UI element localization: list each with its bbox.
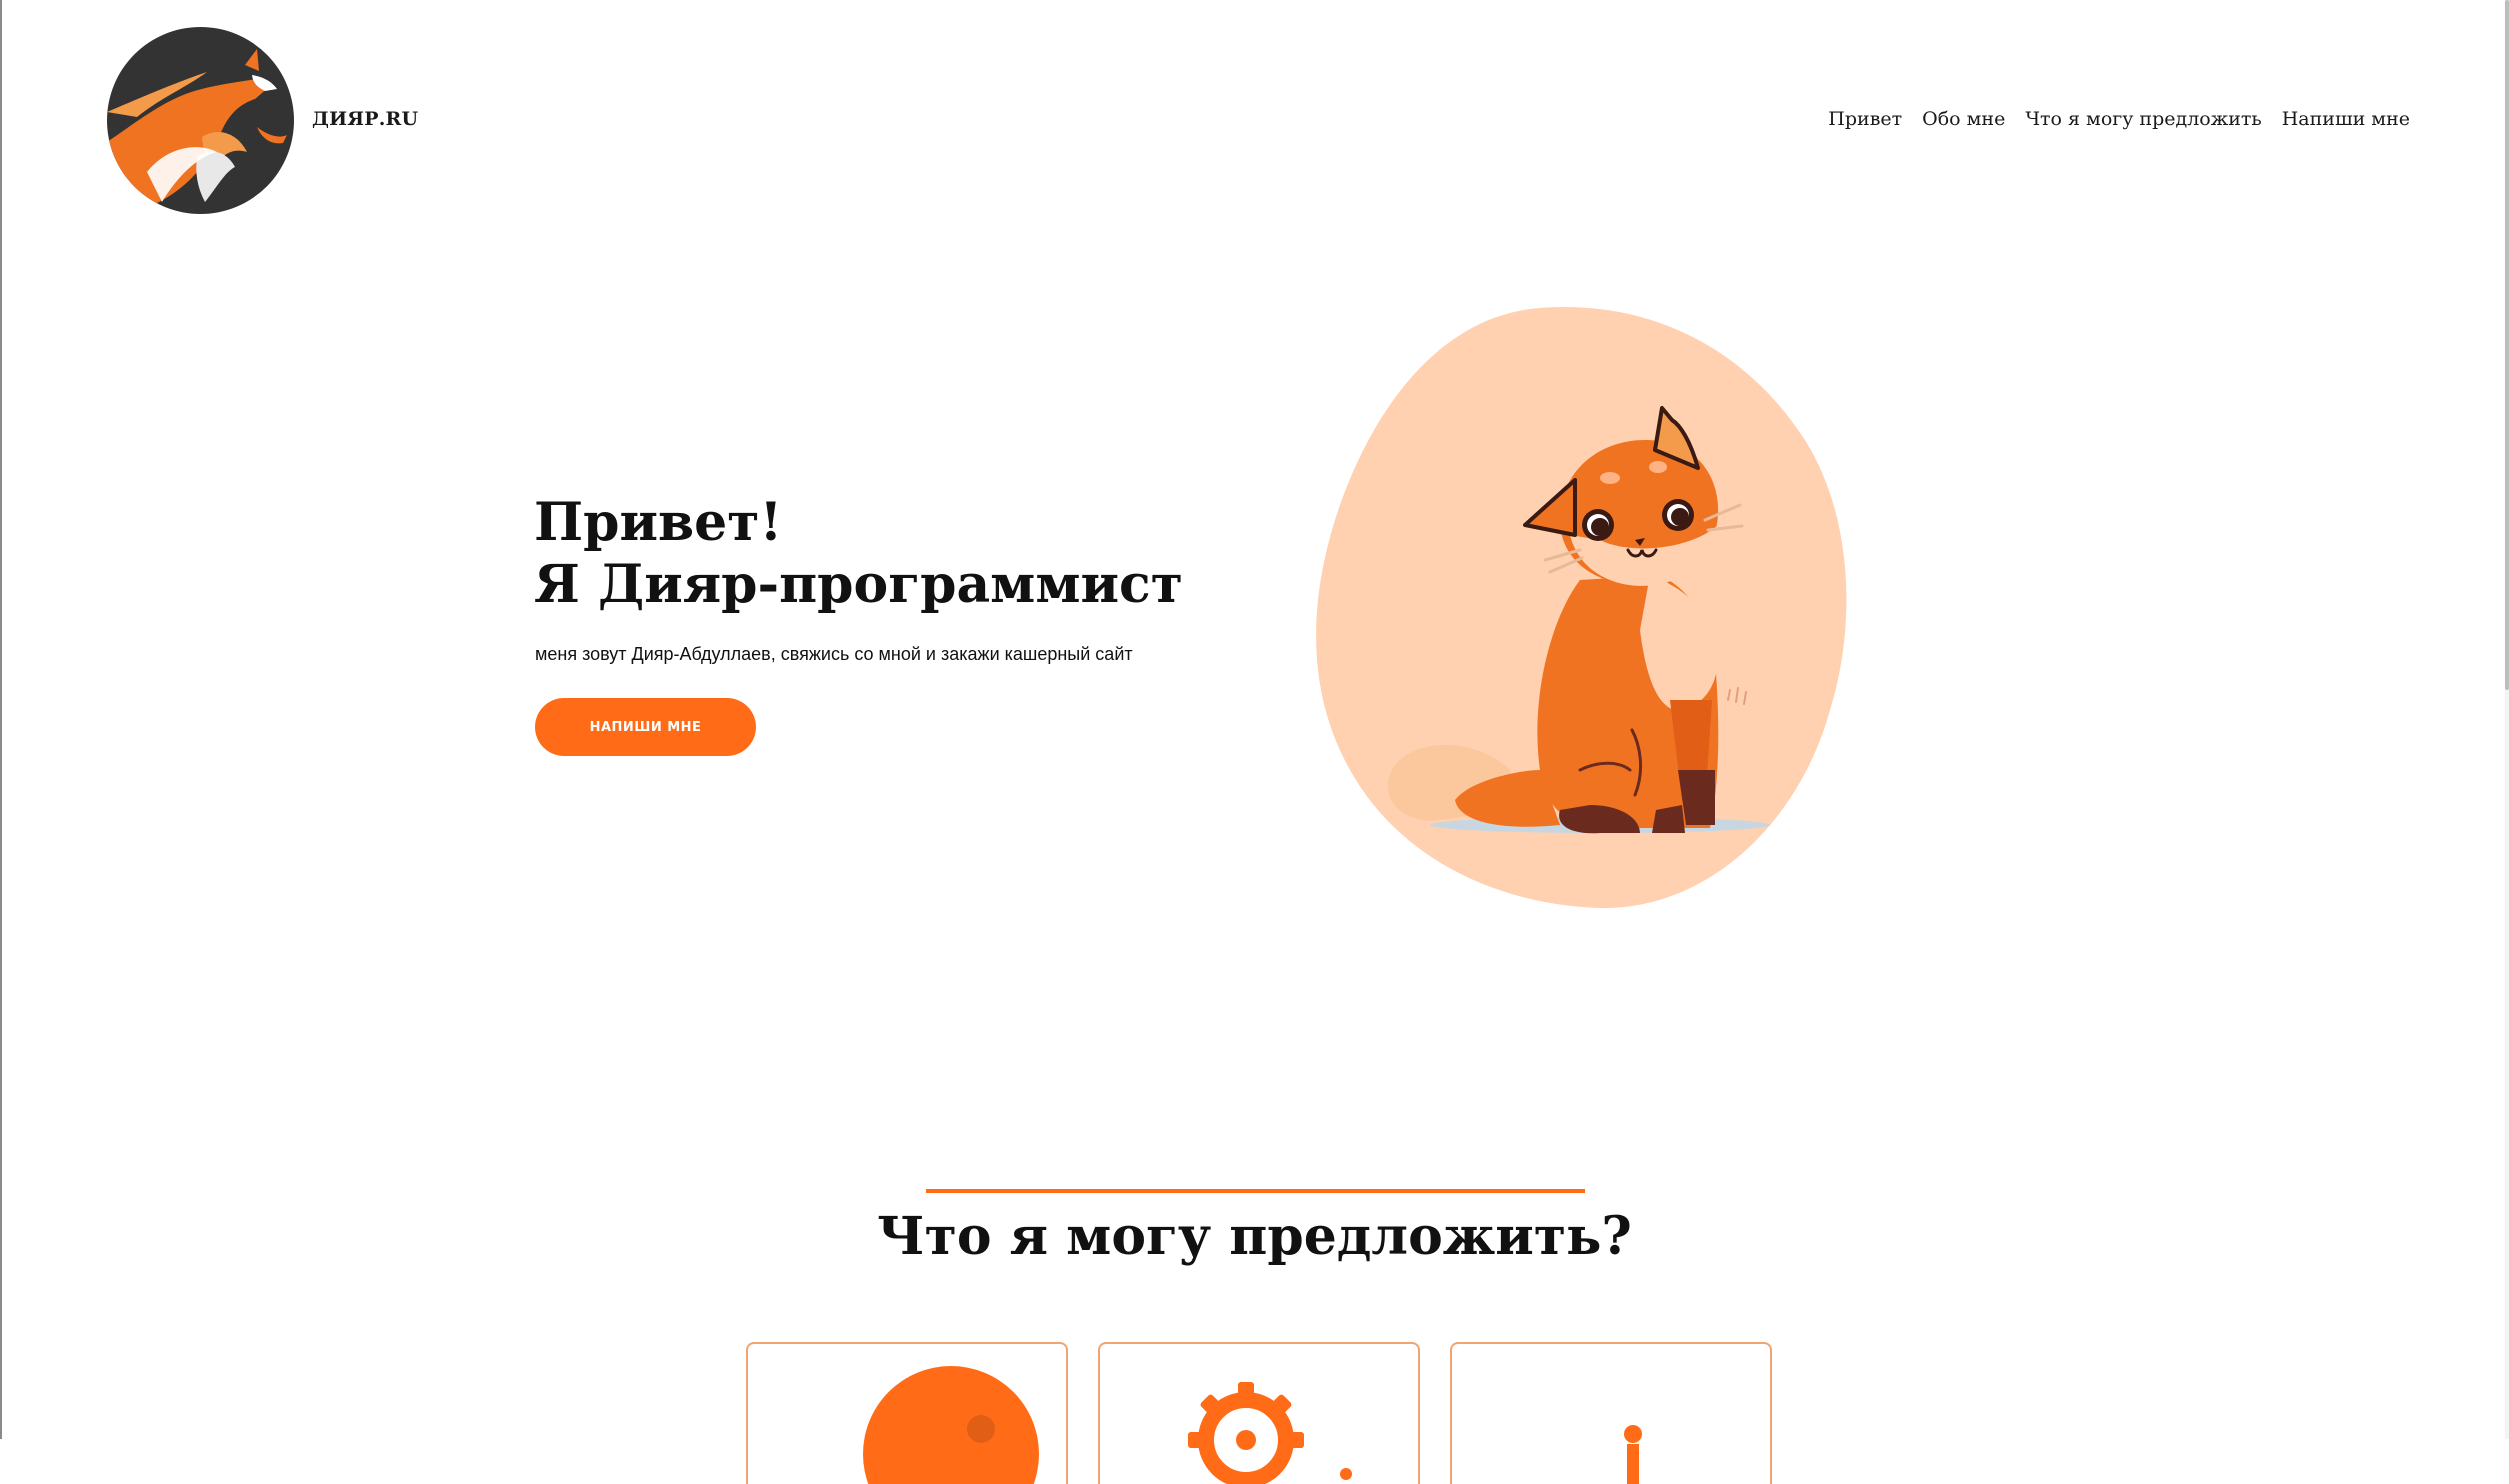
nav-link-services[interactable]: Что я могу предложить bbox=[2025, 108, 2261, 130]
services-divider bbox=[926, 1189, 1585, 1193]
service-card-1[interactable] bbox=[746, 1342, 1068, 1484]
fox-logo-icon bbox=[107, 49, 287, 214]
fox-illustration bbox=[1310, 300, 1860, 915]
hero-subtitle: меня зовут Дияр-Абдуллаев, свяжись со мн… bbox=[535, 644, 1133, 664]
brand-name[interactable]: ДИЯР.RU bbox=[312, 108, 418, 130]
main-nav: Привет Обо мне Что я могу предложить Нап… bbox=[1828, 108, 2410, 130]
services-title: Что я могу предложить? bbox=[877, 1206, 1632, 1267]
nav-link-privet[interactable]: Привет bbox=[1828, 108, 1902, 130]
hero-title-line2: Я Дияр-программист bbox=[534, 554, 1183, 615]
contact-button[interactable]: НАПИШИ МНЕ bbox=[535, 698, 756, 756]
sitting-fox-icon bbox=[1316, 307, 1847, 909]
hero-title: Привет! Я Дияр-программист bbox=[534, 492, 1183, 616]
nav-link-about[interactable]: Обо мне bbox=[1922, 108, 2005, 130]
service-card-2[interactable] bbox=[1098, 1342, 1420, 1484]
fox-logo[interactable] bbox=[107, 27, 294, 214]
scrollbar-thumb[interactable] bbox=[2505, 0, 2509, 690]
person-icon bbox=[1624, 1425, 1642, 1484]
circle-icon bbox=[863, 1366, 1039, 1484]
service-card-3[interactable] bbox=[1450, 1342, 1772, 1484]
gear-icon bbox=[1188, 1382, 1352, 1484]
hero-title-line1: Привет! bbox=[534, 492, 783, 553]
services-cards bbox=[746, 1342, 1772, 1484]
nav-link-contact[interactable]: Напиши мне bbox=[2282, 108, 2410, 130]
